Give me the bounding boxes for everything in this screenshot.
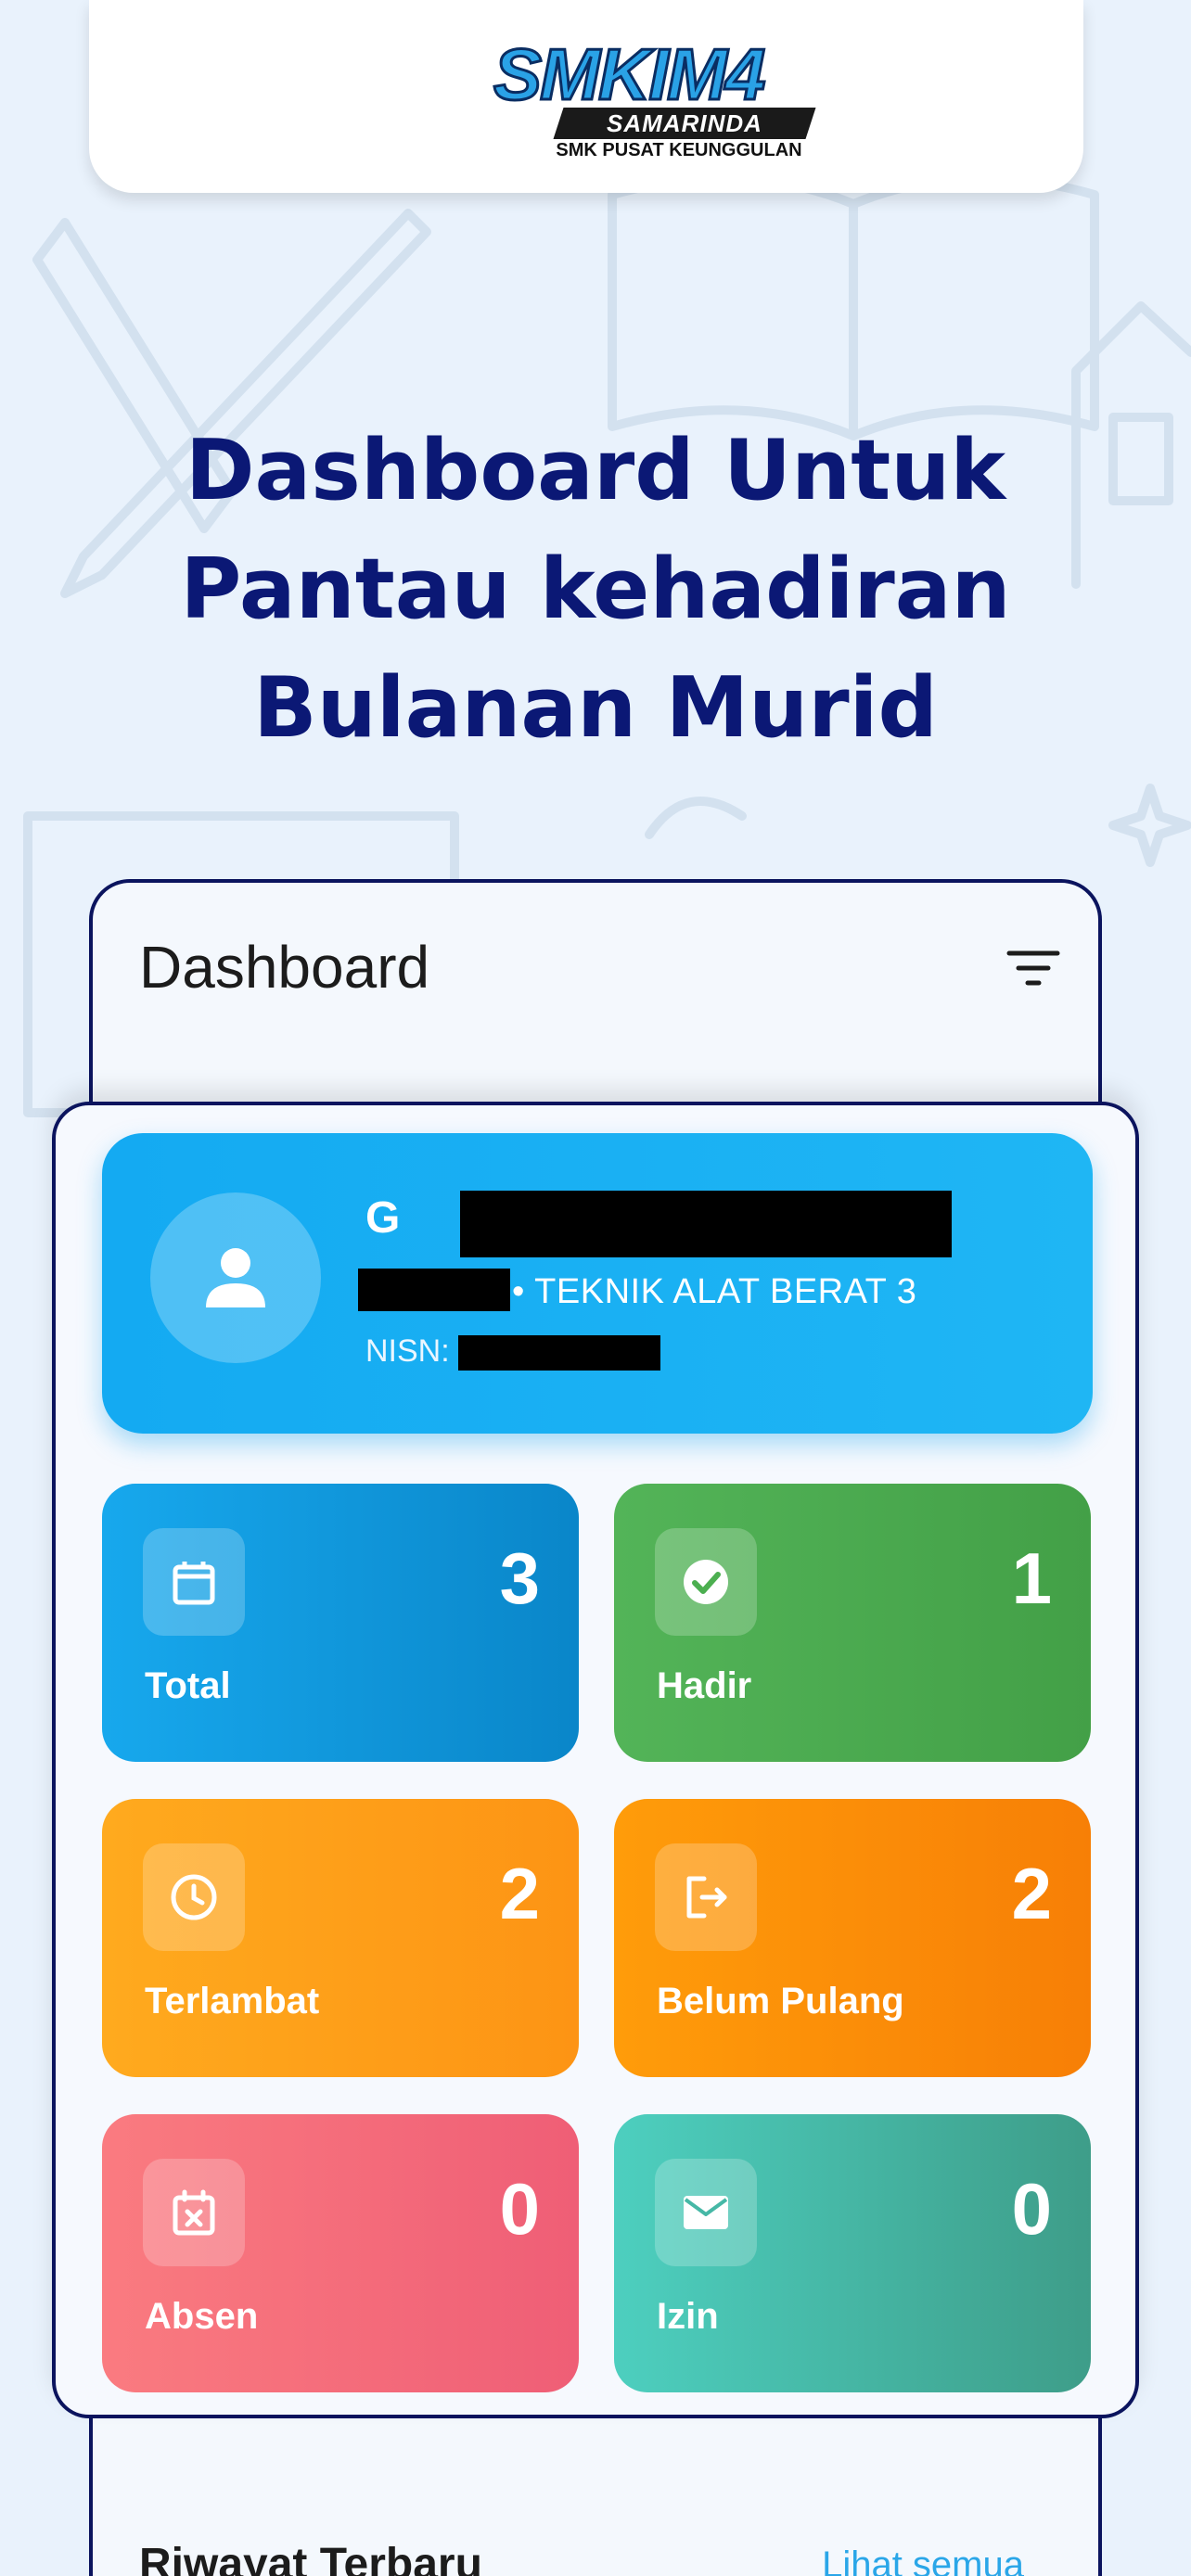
stat-hadir-value: 1: [1011, 1537, 1052, 1619]
check-circle-icon: [655, 1528, 757, 1636]
stat-absen-value: 0: [499, 2168, 540, 2250]
stat-izin-label: Izin: [657, 2296, 719, 2337]
see-all-link[interactable]: Lihat semua: [822, 2544, 1024, 2576]
mail-icon: [655, 2159, 757, 2266]
headline-line-1: Dashboard Untuk: [185, 422, 1006, 519]
stat-belum-pulang-label: Belum Pulang: [657, 1981, 904, 2021]
logo-city: SAMARINDA: [607, 109, 762, 137]
person-icon: [206, 1248, 265, 1307]
avatar: [150, 1192, 321, 1363]
headline-line-2: Pantau kehadiran: [180, 541, 1011, 638]
stat-izin-value: 0: [1011, 2168, 1052, 2250]
stat-terlambat-value: 2: [499, 1853, 540, 1934]
nisn-label: NISN:: [365, 1333, 450, 1369]
stat-belum-pulang[interactable]: 2 Belum Pulang: [614, 1799, 1091, 2077]
stat-belum-pulang-value: 2: [1011, 1853, 1052, 1934]
redacted-nisn: [458, 1335, 660, 1371]
headline-line-3: Bulanan Murid: [253, 659, 938, 757]
filter-icon[interactable]: [1005, 946, 1061, 990]
student-name: G: [365, 1193, 401, 1243]
stat-total-label: Total: [145, 1665, 231, 1706]
stat-absen[interactable]: 0 Absen: [102, 2114, 579, 2392]
recent-history-title: Riwayat Terbaru: [139, 2540, 482, 2576]
logo-wordmark: SMKIM4: [492, 33, 766, 115]
stat-izin[interactable]: 0 Izin: [614, 2114, 1091, 2392]
stat-total-value: 3: [499, 1537, 540, 1619]
redacted-name: [460, 1191, 952, 1257]
school-logo: SMKIM4 SAMARINDA SMK PUSAT KEUNGGULAN: [492, 33, 864, 161]
redacted-class-prefix: [358, 1269, 510, 1311]
logo-tagline: SMK PUSAT KEUNGGULAN: [556, 140, 802, 160]
stat-absen-label: Absen: [145, 2296, 259, 2337]
student-class: • TEKNIK ALAT BERAT 3: [512, 1272, 917, 1311]
attendance-summary-card: G • TEKNIK ALAT BERAT 3 NISN: 3 Total 1 …: [52, 1102, 1139, 2418]
promo-headline: Dashboard Untuk Pantau kehadiran Bulanan…: [93, 412, 1098, 768]
stat-hadir[interactable]: 1 Hadir: [614, 1484, 1091, 1762]
stat-hadir-label: Hadir: [657, 1665, 752, 1706]
stat-terlambat-label: Terlambat: [145, 1981, 320, 2021]
logout-icon: [655, 1843, 757, 1951]
calendar-x-icon: [143, 2159, 245, 2266]
clock-icon: [143, 1843, 245, 1951]
stat-terlambat[interactable]: 2 Terlambat: [102, 1799, 579, 2077]
stat-total[interactable]: 3 Total: [102, 1484, 579, 1762]
logo-card: SMKIM4 SAMARINDA SMK PUSAT KEUNGGULAN: [89, 0, 1083, 193]
calendar-icon: [143, 1528, 245, 1636]
student-profile-card[interactable]: G • TEKNIK ALAT BERAT 3 NISN:: [102, 1133, 1093, 1434]
page-title: Dashboard: [139, 934, 430, 1001]
